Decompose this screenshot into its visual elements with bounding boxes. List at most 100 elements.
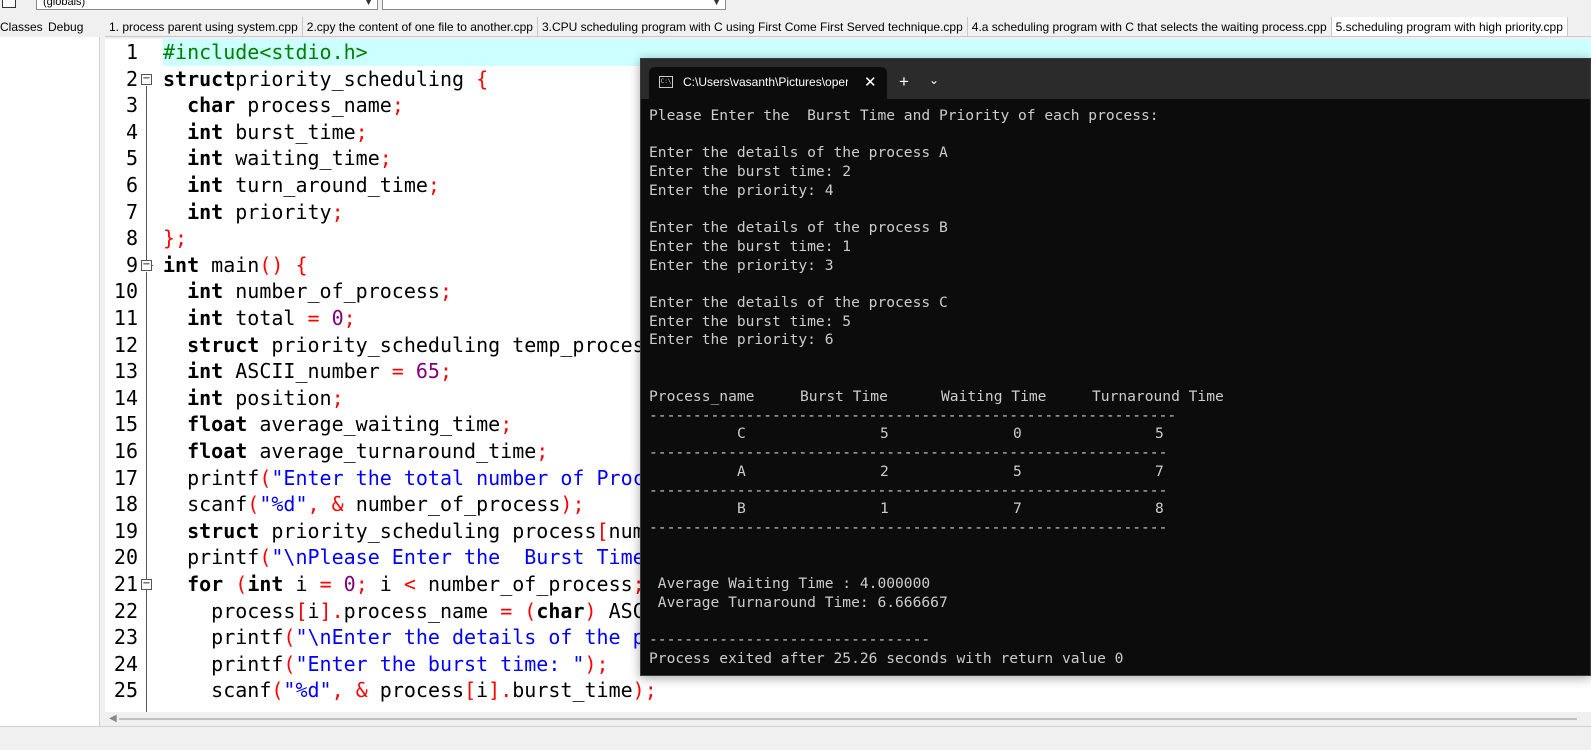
code-token: { [295,252,308,277]
code-token: ( [283,625,296,650]
close-icon[interactable]: ✕ [864,73,877,91]
bottom-panel-strip [0,726,1591,750]
line-number: 18 [113,492,138,517]
code-line[interactable]: int priority; [163,199,344,226]
fold-toggle-icon[interactable]: − [141,73,152,85]
code-line[interactable]: int waiting_time; [163,145,392,172]
code-token: "%d" [259,492,308,517]
code-token: ) [584,598,597,623]
member-combo[interactable]: ▼ [382,0,726,10]
code-line[interactable]: float average_waiting_time; [163,411,512,438]
code-line[interactable]: struct priority_scheduling temp_process; [163,332,669,359]
code-token: ASCII_number [223,359,392,384]
code-token: char [187,93,236,118]
table-cell: 5 [1013,462,1022,480]
code-token: = [307,306,320,330]
code-token: ); [632,678,657,703]
code-token: int [247,572,284,596]
fold-toggle-icon[interactable]: − [141,259,152,271]
tab-classes[interactable]: Classes [0,20,43,34]
code-line[interactable]: printf("Enter the burst time: "); [163,651,608,678]
file-tab[interactable]: 4.a scheduling program with C that selec… [968,17,1332,36]
toolbar-button[interactable] [2,0,16,8]
scrollbar-track[interactable] [119,718,1577,720]
tab-debug[interactable]: Debug [48,20,83,34]
code-line[interactable]: char process_name; [163,92,404,119]
code-line[interactable]: for (int i = 0; i < number_of_process; [163,571,645,598]
horizontal-scrollbar[interactable]: ◀ [105,712,1591,726]
console-line: Please Enter the Burst Time and Priority… [649,107,1159,124]
line-number: 2 [125,66,138,91]
code-token: priority_scheduling process [259,518,597,543]
code-token: & [331,492,344,517]
code-token: printf [163,545,260,570]
line-number: 3 [125,93,138,118]
code-token: priority [223,199,332,224]
line-number: 6 [125,173,138,197]
code-token: scanf [163,492,248,517]
new-tab-button[interactable]: + [899,72,909,92]
line-number: 23 [113,625,138,650]
line-number: 13 [113,359,138,384]
line-number: 22 [113,598,138,623]
table-cell: 2 [880,462,889,480]
code-token: total [223,306,308,330]
code-token: int [187,385,224,410]
code-token: 0 [343,572,356,596]
code-token: [ [464,678,477,703]
line-number: 20 [113,545,138,570]
code-line[interactable]: int total = 0; [163,305,356,332]
code-line[interactable]: float average_turnaround_time; [163,438,548,465]
scope-combo[interactable]: (globals) ▼ [36,0,378,10]
code-line[interactable]: int number_of_process; [163,278,452,305]
code-line[interactable]: int burst_time; [163,119,368,146]
table-cell: 7 [1013,500,1022,518]
code-line[interactable]: scanf("%d", & number_of_process); [163,491,584,518]
code-token: [ [295,598,308,623]
table-separator: ----------------------------------------… [649,518,1168,536]
code-token: 0 [331,306,344,330]
class-browser-panel[interactable] [0,37,100,750]
table-cell: A [737,462,746,480]
code-line[interactable]: structpriority_scheduling { [163,66,488,93]
code-token: ( [271,678,284,703]
console-tab[interactable]: C:\ C:\Users\vasanth\Pictures\operating … [649,67,887,99]
code-token: ; [355,119,368,144]
scroll-left-icon[interactable]: ◀ [109,713,117,724]
code-line[interactable]: int ASCII_number = 65; [163,358,452,385]
code-token: process_name [343,598,501,623]
chevron-down-icon[interactable]: ⌄ [929,73,939,87]
code-token: number_of_process [223,279,440,304]
table-cell: C [737,425,746,443]
devcpp-window: (globals) ▼ ▼ Classes Debug 1. process p… [0,0,1591,750]
code-token: turn_around_time [223,173,428,197]
console-line: Enter the burst time: 5 [649,312,852,330]
console-window[interactable]: C:\ C:\Users\vasanth\Pictures\operating … [640,58,1591,676]
code-line[interactable]: scanf("%d", & process[i].burst_time); [163,677,657,704]
table-header: Process_name [649,388,755,405]
code-line[interactable]: int turn_around_time; [163,172,440,199]
file-tab[interactable]: 3.CPU scheduling program with C using Fi… [538,17,968,36]
file-tab[interactable]: 2.cpy the content of one file to another… [303,17,538,36]
code-line[interactable]: int main() { [163,252,308,279]
code-line[interactable]: }; [163,225,187,252]
fold-toggle-icon[interactable]: − [141,579,152,590]
line-number: 10 [113,279,138,304]
code-token: ; [355,572,368,596]
console-line: Enter the priority: 3 [649,256,834,274]
code-token: , [331,678,344,703]
code-token: ( [247,492,260,517]
line-number: 5 [125,146,138,171]
code-token: process [367,678,465,703]
code-token: 65 [415,359,440,384]
file-tab[interactable]: 5.scheduling program with high priority.… [1331,17,1568,36]
line-number: 1 [125,40,138,64]
code-line[interactable]: int position; [163,385,344,412]
file-tab[interactable]: 1. process parent using system.cpp [105,17,303,36]
